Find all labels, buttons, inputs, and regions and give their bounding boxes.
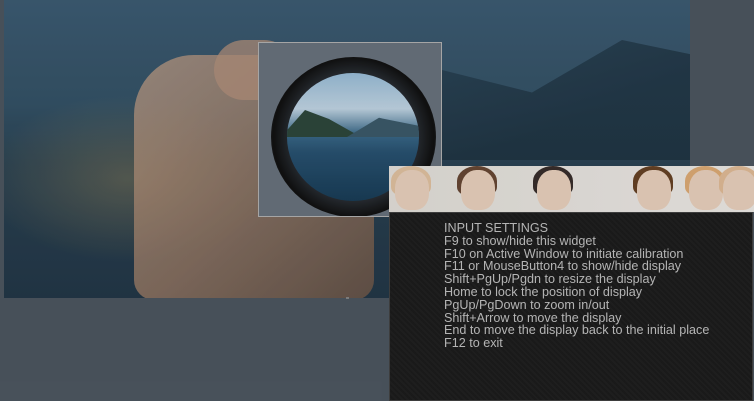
settings-line: Home to lock the position of display <box>444 284 643 299</box>
character-4-face <box>637 170 671 210</box>
lens-hill-far <box>347 117 419 137</box>
input-settings-widget[interactable]: INPUT SETTINGS F9 to show/hide this widg… <box>389 212 753 401</box>
settings-line: PgUp/PgDown to zoom in/out <box>444 297 610 312</box>
anime-characters-banner-icon <box>389 166 754 212</box>
character-3-face <box>537 170 571 210</box>
lens-hill <box>287 110 361 137</box>
resize-handle-dot <box>346 297 349 299</box>
character-6-face <box>723 170 754 210</box>
settings-text: INPUT SETTINGS F9 to show/hide this widg… <box>444 222 709 350</box>
settings-title: INPUT SETTINGS <box>444 221 549 235</box>
character-5-face <box>689 170 723 210</box>
settings-line: F12 to exit <box>444 336 503 351</box>
character-2-face <box>461 170 495 210</box>
character-1-face <box>395 170 429 210</box>
settings-line: F9 to show/hide this widget <box>444 233 596 248</box>
